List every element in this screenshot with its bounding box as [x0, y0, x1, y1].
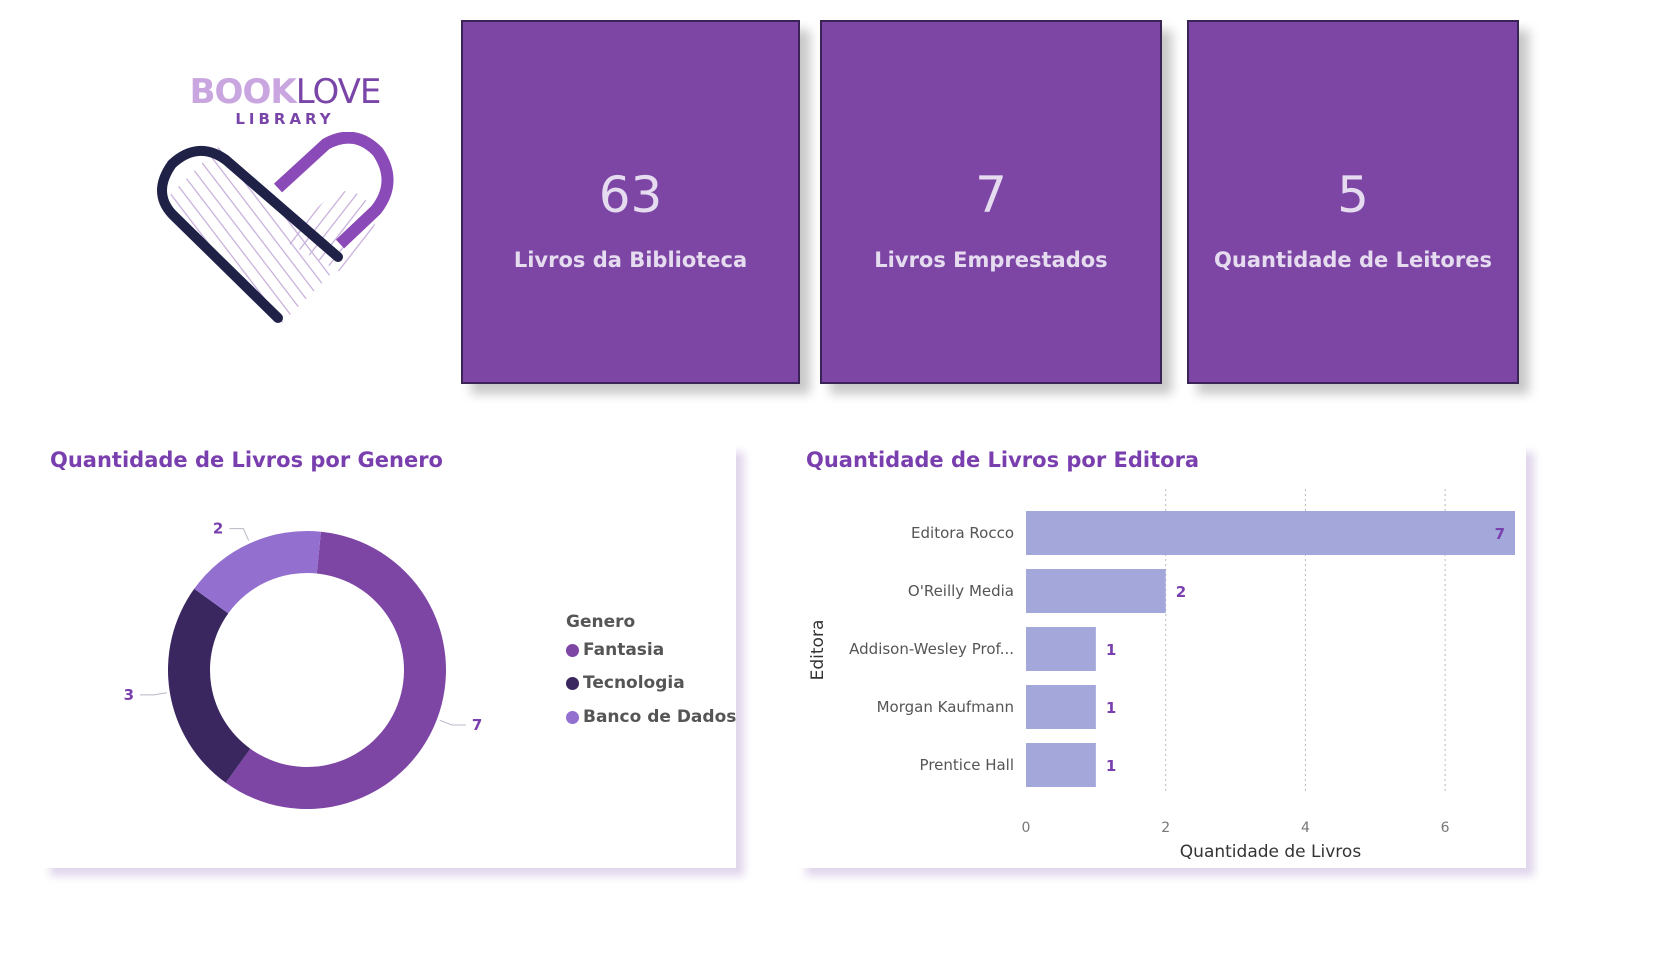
- brand-subtitle: LIBRARY: [235, 110, 335, 128]
- bar-chart: 0 2 4 6 Editora Rocco 7 O'Reilly Media 2 Addison…: [808, 489, 1515, 862]
- x-tick-label: 2: [1161, 820, 1170, 836]
- legend-item-banco-de-dados[interactable]: Banco de Dados: [566, 707, 736, 727]
- bar-1[interactable]: [1026, 569, 1166, 613]
- kpi-label: Quantidade de Leitores: [1214, 248, 1492, 272]
- y-axis-title: Editora: [808, 620, 828, 681]
- donut-slice-tecnologia[interactable]: [168, 588, 251, 783]
- legend-item-fantasia[interactable]: Fantasia: [566, 640, 664, 660]
- legend-dot: [566, 710, 579, 724]
- data-label-leader: [229, 528, 250, 541]
- x-axis-title: Quantidade de Livros: [1180, 842, 1362, 862]
- brand-word-book: BOOK: [189, 72, 297, 112]
- bar-0[interactable]: [1026, 511, 1515, 555]
- data-label: 3: [124, 686, 134, 704]
- data-label: 7: [472, 716, 482, 734]
- x-tick-label: 0: [1022, 820, 1031, 836]
- data-label-leader: [439, 719, 466, 726]
- legend-dot: [566, 643, 579, 657]
- x-tick-label: 4: [1301, 820, 1310, 836]
- legend-label: Tecnologia: [583, 673, 685, 693]
- x-tick-label: 6: [1441, 820, 1450, 836]
- kpi-value: 63: [598, 166, 663, 224]
- legend-label: Banco de Dados: [583, 707, 737, 727]
- data-label: 1: [1106, 757, 1116, 775]
- kpi-value: 7: [975, 166, 1007, 224]
- data-label: 1: [1106, 699, 1116, 717]
- bar-2[interactable]: [1026, 627, 1096, 671]
- y-category-label: Prentice Hall: [920, 756, 1014, 774]
- kpi-value: 5: [1337, 166, 1369, 224]
- kpi-label: Livros da Biblioteca: [513, 248, 748, 272]
- legend-dot: [566, 676, 579, 690]
- kpi-label: Livros Emprestados: [874, 248, 1108, 272]
- data-label: 2: [213, 520, 223, 538]
- brand-word-love: LOVE: [295, 72, 382, 112]
- book-heart-icon: [157, 132, 394, 327]
- brand-text: BOOKLOVE LIBRARY: [150, 72, 420, 128]
- donut-slice-banco-de-dados[interactable]: [194, 531, 321, 614]
- kpi-card-livros-biblioteca: 63 Livros da Biblioteca: [461, 20, 800, 384]
- bar-3[interactable]: [1026, 685, 1096, 729]
- data-label: 2: [1176, 583, 1186, 601]
- data-label: 1: [1106, 641, 1116, 659]
- data-label: 7: [1495, 525, 1505, 543]
- logo: BOOKLOVE LIBRARY: [150, 72, 420, 342]
- legend-item-tecnologia[interactable]: Tecnologia: [566, 673, 685, 693]
- y-category-label: Editora Rocco: [911, 524, 1014, 542]
- legend-title: Genero: [566, 612, 636, 632]
- y-category-label: O'Reilly Media: [908, 582, 1014, 600]
- kpi-card-livros-emprestados: 7 Livros Emprestados: [820, 20, 1162, 384]
- y-category-label: Addison-Wesley Prof...: [849, 640, 1014, 658]
- kpi-card-quantidade-leitores: 5 Quantidade de Leitores: [1187, 20, 1519, 384]
- y-category-label: Morgan Kaufmann: [877, 698, 1014, 716]
- legend-label: Fantasia: [583, 640, 665, 660]
- bar-4[interactable]: [1026, 743, 1096, 787]
- data-label-leader: [140, 692, 167, 696]
